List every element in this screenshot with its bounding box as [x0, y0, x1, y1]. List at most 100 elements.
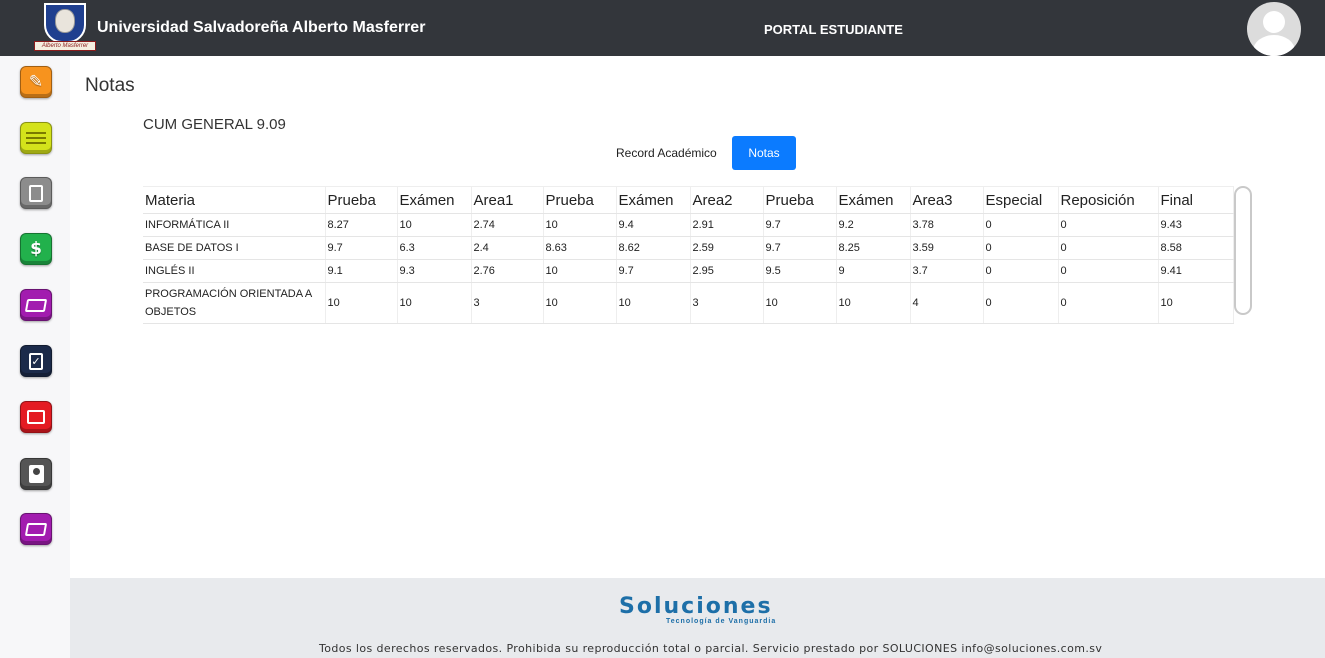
table-header-row: Materia Prueba Exámen Area1 Prueba Exáme…	[143, 186, 1234, 214]
cell: 10	[397, 282, 472, 324]
cell: 3.59	[910, 236, 984, 260]
cell: 9.7	[325, 236, 398, 260]
logo-portrait	[55, 9, 75, 33]
col-header-materia: Materia	[143, 186, 326, 214]
soluciones-tagline: Tecnología de Vanguardia	[666, 618, 777, 625]
cum-general: CUM GENERAL 9.09	[143, 116, 286, 133]
cell: 8.25	[836, 236, 911, 260]
cell: 0	[983, 213, 1059, 237]
university-logo[interactable]: Alberto Masferrer	[34, 3, 96, 53]
col-header-especial: Especial	[983, 186, 1059, 214]
cell: 0	[1058, 236, 1159, 260]
col-header-area2: Area2	[690, 186, 764, 214]
col-header-area3: Area3	[910, 186, 984, 214]
cell: 6.3	[397, 236, 472, 260]
cell: 3	[471, 282, 544, 324]
col-header-prueba-1: Prueba	[325, 186, 398, 214]
dollar-icon: $	[30, 239, 42, 259]
page-title: Notas	[85, 75, 135, 96]
cell: 10	[836, 282, 911, 324]
cell: 2.76	[471, 259, 544, 283]
cell: 10	[543, 282, 617, 324]
cell: 9.7	[763, 236, 837, 260]
cell-final: 8.58	[1158, 236, 1234, 260]
cell: 0	[983, 282, 1059, 324]
sidebar-item-pen[interactable]: ✎	[20, 66, 52, 98]
avatar-shoulders	[1253, 35, 1295, 56]
avatar-head	[1263, 11, 1285, 33]
cell-materia: INGLÉS II	[143, 259, 326, 283]
cell: 9.3	[397, 259, 472, 283]
col-header-examen-3: Exámen	[836, 186, 911, 214]
cell: 0	[1058, 282, 1159, 324]
col-header-prueba-2: Prueba	[543, 186, 617, 214]
box-icon	[27, 410, 45, 424]
cell: 3	[690, 282, 764, 324]
list-icon	[26, 132, 46, 144]
cell: 10	[543, 213, 617, 237]
grades-table: Materia Prueba Exámen Area1 Prueba Exáme…	[143, 186, 1234, 324]
copyright-text: Todos los derechos reservados. Prohibida…	[319, 642, 1103, 655]
cell: 3.7	[910, 259, 984, 283]
document-icon	[29, 184, 43, 202]
col-header-reposicion: Reposición	[1058, 186, 1159, 214]
cell: 4	[910, 282, 984, 324]
top-bar: Alberto Masferrer Universidad Salvadoreñ…	[0, 0, 1325, 56]
pen-icon: ✎	[28, 72, 44, 92]
record-academico-link[interactable]: Record Académico	[616, 146, 717, 160]
col-header-prueba-3: Prueba	[763, 186, 837, 214]
cell: 10	[763, 282, 837, 324]
cell-materia: INFORMÁTICA II	[143, 213, 326, 237]
folder-icon	[24, 298, 48, 312]
notas-button[interactable]: Notas	[732, 136, 796, 170]
sidebar-item-folder-2[interactable]	[20, 513, 52, 545]
col-header-final: Final	[1158, 186, 1234, 214]
cell: 0	[1058, 259, 1159, 283]
cell: 2.91	[690, 213, 764, 237]
sidebar-item-list[interactable]	[20, 122, 52, 154]
sidebar-item-document[interactable]	[20, 177, 52, 209]
portal-title: PORTAL ESTUDIANTE	[764, 22, 903, 37]
user-avatar[interactable]	[1247, 2, 1301, 56]
cell: 10	[616, 282, 691, 324]
cell: 2.95	[690, 259, 764, 283]
cell: 9	[836, 259, 911, 283]
cell: 9.7	[616, 259, 691, 283]
col-header-examen-2: Exámen	[616, 186, 691, 214]
footer: Soluciones Tecnología de Vanguardia Todo…	[70, 578, 1325, 658]
table-row: PROGRAMACIÓN ORIENTADA A OBJETOS 10 10 3…	[143, 282, 1234, 324]
university-name: Universidad Salvadoreña Alberto Masferre…	[97, 19, 426, 36]
cell: 3.78	[910, 213, 984, 237]
col-header-examen-1: Exámen	[397, 186, 472, 214]
sidebar-item-checklist[interactable]: ✓	[20, 345, 52, 377]
sidebar: ✎ $ ✓	[0, 56, 70, 658]
col-header-area1: Area1	[471, 186, 544, 214]
cell: 0	[1058, 213, 1159, 237]
cell-materia: BASE DE DATOS I	[143, 236, 326, 260]
sidebar-item-contacts[interactable]	[20, 458, 52, 490]
cell: 2.74	[471, 213, 544, 237]
cell: 9.1	[325, 259, 398, 283]
cell-final: 9.41	[1158, 259, 1234, 283]
cell: 8.62	[616, 236, 691, 260]
logo-banner: Alberto Masferrer	[34, 41, 96, 51]
table-scrollbar[interactable]	[1234, 186, 1252, 315]
soluciones-logo[interactable]: Soluciones	[619, 594, 773, 619]
cell: 9.4	[616, 213, 691, 237]
sidebar-item-payments[interactable]: $	[20, 233, 52, 265]
cell-materia: PROGRAMACIÓN ORIENTADA A OBJETOS	[143, 282, 326, 324]
cell: 9.5	[763, 259, 837, 283]
cell: 9.2	[836, 213, 911, 237]
cell: 8.63	[543, 236, 617, 260]
contact-book-icon	[28, 465, 44, 483]
sidebar-item-folder[interactable]	[20, 289, 52, 321]
table-row: INFORMÁTICA II 8.27 10 2.74 10 9.4 2.91 …	[143, 213, 1234, 237]
cell: 0	[983, 236, 1059, 260]
cell: 10	[397, 213, 472, 237]
cell: 9.7	[763, 213, 837, 237]
sidebar-item-box[interactable]	[20, 401, 52, 433]
cell: 2.4	[471, 236, 544, 260]
checklist-icon: ✓	[29, 352, 43, 370]
cell-final: 10	[1158, 282, 1234, 324]
cell-final: 9.43	[1158, 213, 1234, 237]
